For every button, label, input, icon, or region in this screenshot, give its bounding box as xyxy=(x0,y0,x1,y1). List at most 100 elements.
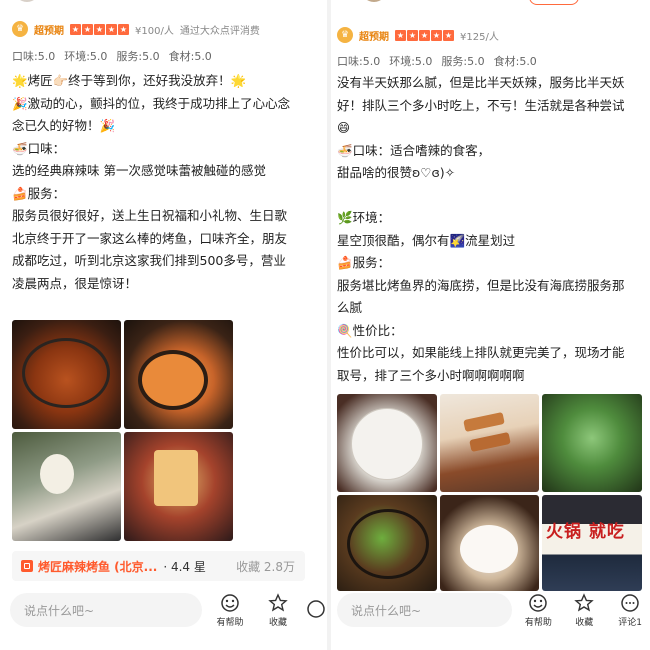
review-line: 🌿环境： xyxy=(337,210,391,225)
review-line: 成都吃过，听到北京这家我们排到500多号，营业 xyxy=(12,253,286,268)
vip-label: 超预期 xyxy=(359,31,389,43)
bottom-bar: 说点什么吧~ 有帮助 收藏 xyxy=(0,590,327,630)
review-panel-left: ♛ 超预期 ★ ★ ★ ★ ★ ¥100/人 通过大众点评消费 口味:5.0 环境:5.… xyxy=(0,0,327,650)
star-icon: ★ xyxy=(443,29,454,41)
review-line xyxy=(337,185,646,208)
photo-cat-plate[interactable] xyxy=(337,394,437,492)
review-line: 北京终于开了一家这么棒的烤鱼，口味齐全，朋友 xyxy=(12,230,288,246)
star-icon: ★ xyxy=(407,29,418,41)
photo-fish-greens[interactable] xyxy=(337,495,437,591)
verified-consumption: 通过大众点评消费 xyxy=(179,25,260,37)
star-icon: ★ xyxy=(94,23,105,35)
review-line: 服务员很好很好，送上生日祝福和小礼物、生日歌 xyxy=(12,208,288,223)
review-line: 性价比可以，如果能线上排队就更完美了，现场才能 xyxy=(337,345,625,360)
review-text: 🌟烤匠👉🏻终于等到你，还好我没放弃！🌟 🎉激动的心，颤抖的位，我终于成功排上了心… xyxy=(12,70,323,295)
photo-gallery: 火锅 就吃 xyxy=(337,394,648,591)
score-row: 口味:5.0 环境:5.0 服务:5.0 食材:5.0 xyxy=(337,53,537,69)
review-line: 🍜口味： xyxy=(12,140,66,156)
comment-icon xyxy=(621,593,639,612)
bookmark-button[interactable]: 收藏 xyxy=(564,592,604,628)
comment-button[interactable] xyxy=(306,599,326,621)
photo-restaurant-sign[interactable]: 火锅 就吃 xyxy=(542,495,642,591)
avatar[interactable] xyxy=(14,0,40,2)
photo-birthday-card[interactable] xyxy=(124,432,233,541)
comment-button[interactable]: 评论1 xyxy=(610,593,650,628)
review-line: 凌晨两点，很是惊讶！ xyxy=(12,275,138,291)
bookmark-button[interactable]: 收藏 xyxy=(258,592,298,628)
helpful-button[interactable]: 有帮助 xyxy=(210,593,250,628)
helpful-button[interactable]: 有帮助 xyxy=(518,593,558,628)
review-line: 念已久的好物！🎉 xyxy=(12,118,116,133)
restaurant-favorites: 收藏 2.8万 xyxy=(236,559,295,574)
bookmark-label: 收藏 xyxy=(268,617,287,628)
shop-icon xyxy=(21,560,33,572)
photo-gallery xyxy=(12,320,233,541)
score-service: 服务:5.0 xyxy=(441,55,485,68)
score-taste: 口味:5.0 xyxy=(337,55,381,68)
star-icon: ★ xyxy=(419,29,430,41)
star-icon: ★ xyxy=(70,23,81,35)
photo-rice-dessert[interactable] xyxy=(440,495,539,591)
review-line: 🌟烤匠👉🏻终于等到你，还好我没放弃！🌟 xyxy=(12,73,247,88)
review-line: 没有半天妖那么腻，但是比半天妖辣，服务比半天妖 xyxy=(337,75,625,90)
restaurant-card[interactable]: 烤匠麻辣烤鱼 (北京... · 4.4 星 收藏 2.8万 xyxy=(12,551,305,581)
helpful-label: 有帮助 xyxy=(216,617,244,628)
review-line: 么腻 xyxy=(337,300,363,315)
vip-crown-icon: ♛ xyxy=(12,21,28,37)
helpful-icon xyxy=(221,593,239,612)
review-panel-right: ♛ 超预期 ★ ★ ★ ★ ★ ¥125/人 口味:5.0 环境:5.0 服务:5.0 … xyxy=(331,0,650,650)
review-line: 选的经典麻辣味 第一次感觉味蕾被触碰的感觉 xyxy=(12,163,266,178)
score-ingredients: 食材:5.0 xyxy=(168,50,212,63)
soup-bowl xyxy=(138,350,208,410)
bookmark-star-icon xyxy=(268,592,288,611)
score-taste: 口味:5.0 xyxy=(12,50,56,63)
plate xyxy=(351,408,423,480)
fried-stick xyxy=(463,411,505,433)
comment-input[interactable]: 说点什么吧~ xyxy=(10,593,202,627)
vip-crown-icon: ♛ xyxy=(337,27,353,43)
review-line: 🍜口味：适合嗜辣的食客， xyxy=(337,142,491,158)
photo-grilled-fish[interactable] xyxy=(12,320,121,429)
score-environment: 环境:5.0 xyxy=(64,50,108,63)
rating-stars: ★ ★ ★ ★ ★ xyxy=(70,23,129,35)
review-line: 🍭性价比： xyxy=(337,322,403,338)
restaurant-rating: · 4.4 星 xyxy=(163,559,206,574)
star-icon: ★ xyxy=(431,29,442,41)
photo-fried-dessert[interactable] xyxy=(440,394,539,492)
star-icon: ★ xyxy=(106,23,117,35)
review-meta: ♛ 超预期 ★ ★ ★ ★ ★ ¥100/人 通过大众点评消费 xyxy=(12,14,327,44)
dessert-bowl xyxy=(460,525,518,573)
comment-input[interactable]: 说点什么吧~ xyxy=(337,593,513,627)
restaurant-name: 烤匠麻辣烤鱼 (北京... xyxy=(38,559,158,574)
review-line: 星空顶很酷，偶尔有🌠流星划过 xyxy=(337,232,516,248)
price-per-person: ¥125/人 xyxy=(460,31,499,43)
photo-soup-pot[interactable] xyxy=(124,320,233,429)
sign-text: 火锅 就吃 xyxy=(546,522,625,542)
bookmark-star-icon xyxy=(574,592,594,611)
fish-pan xyxy=(22,338,110,408)
review-line: 取号，排了三个多小时啊啊啊啊啊 xyxy=(337,367,525,383)
review-line: 🎉激动的心，颤抖的位，我终于成功排上了心心念 xyxy=(12,95,291,111)
star-icon: ★ xyxy=(395,29,406,41)
helpful-icon xyxy=(529,593,548,612)
follow-button[interactable] xyxy=(529,0,579,5)
helpful-label: 有帮助 xyxy=(524,617,552,628)
score-environment: 环境:5.0 xyxy=(389,55,433,68)
bottom-bar: 说点什么吧~ 有帮助 收藏 评论1 xyxy=(331,590,650,630)
photo-dessert[interactable] xyxy=(12,432,121,541)
ice-cream xyxy=(40,454,74,494)
comment-icon xyxy=(307,600,325,618)
review-line: 😄 xyxy=(337,120,351,135)
review-line: 🍰服务： xyxy=(337,255,391,270)
photo-cucumber[interactable] xyxy=(542,394,642,492)
review-line: 好！排队三个多小时吃上，不亏！生活就是各种尝试 xyxy=(337,97,625,113)
avatar[interactable] xyxy=(361,0,387,2)
review-line: 服务堪比烤鱼界的海底捞，但是比没有海底捞服务那 xyxy=(337,277,625,293)
star-icon: ★ xyxy=(118,23,129,35)
price-per-person: ¥100/人 xyxy=(135,25,174,37)
bookmark-label: 收藏 xyxy=(575,617,594,628)
score-row: 口味:5.0 环境:5.0 服务:5.0 食材:5.0 xyxy=(12,48,212,64)
vip-label: 超预期 xyxy=(34,25,64,37)
review-meta: ♛ 超预期 ★ ★ ★ ★ ★ ¥125/人 xyxy=(337,20,650,50)
review-line: 🍰服务： xyxy=(12,185,66,201)
